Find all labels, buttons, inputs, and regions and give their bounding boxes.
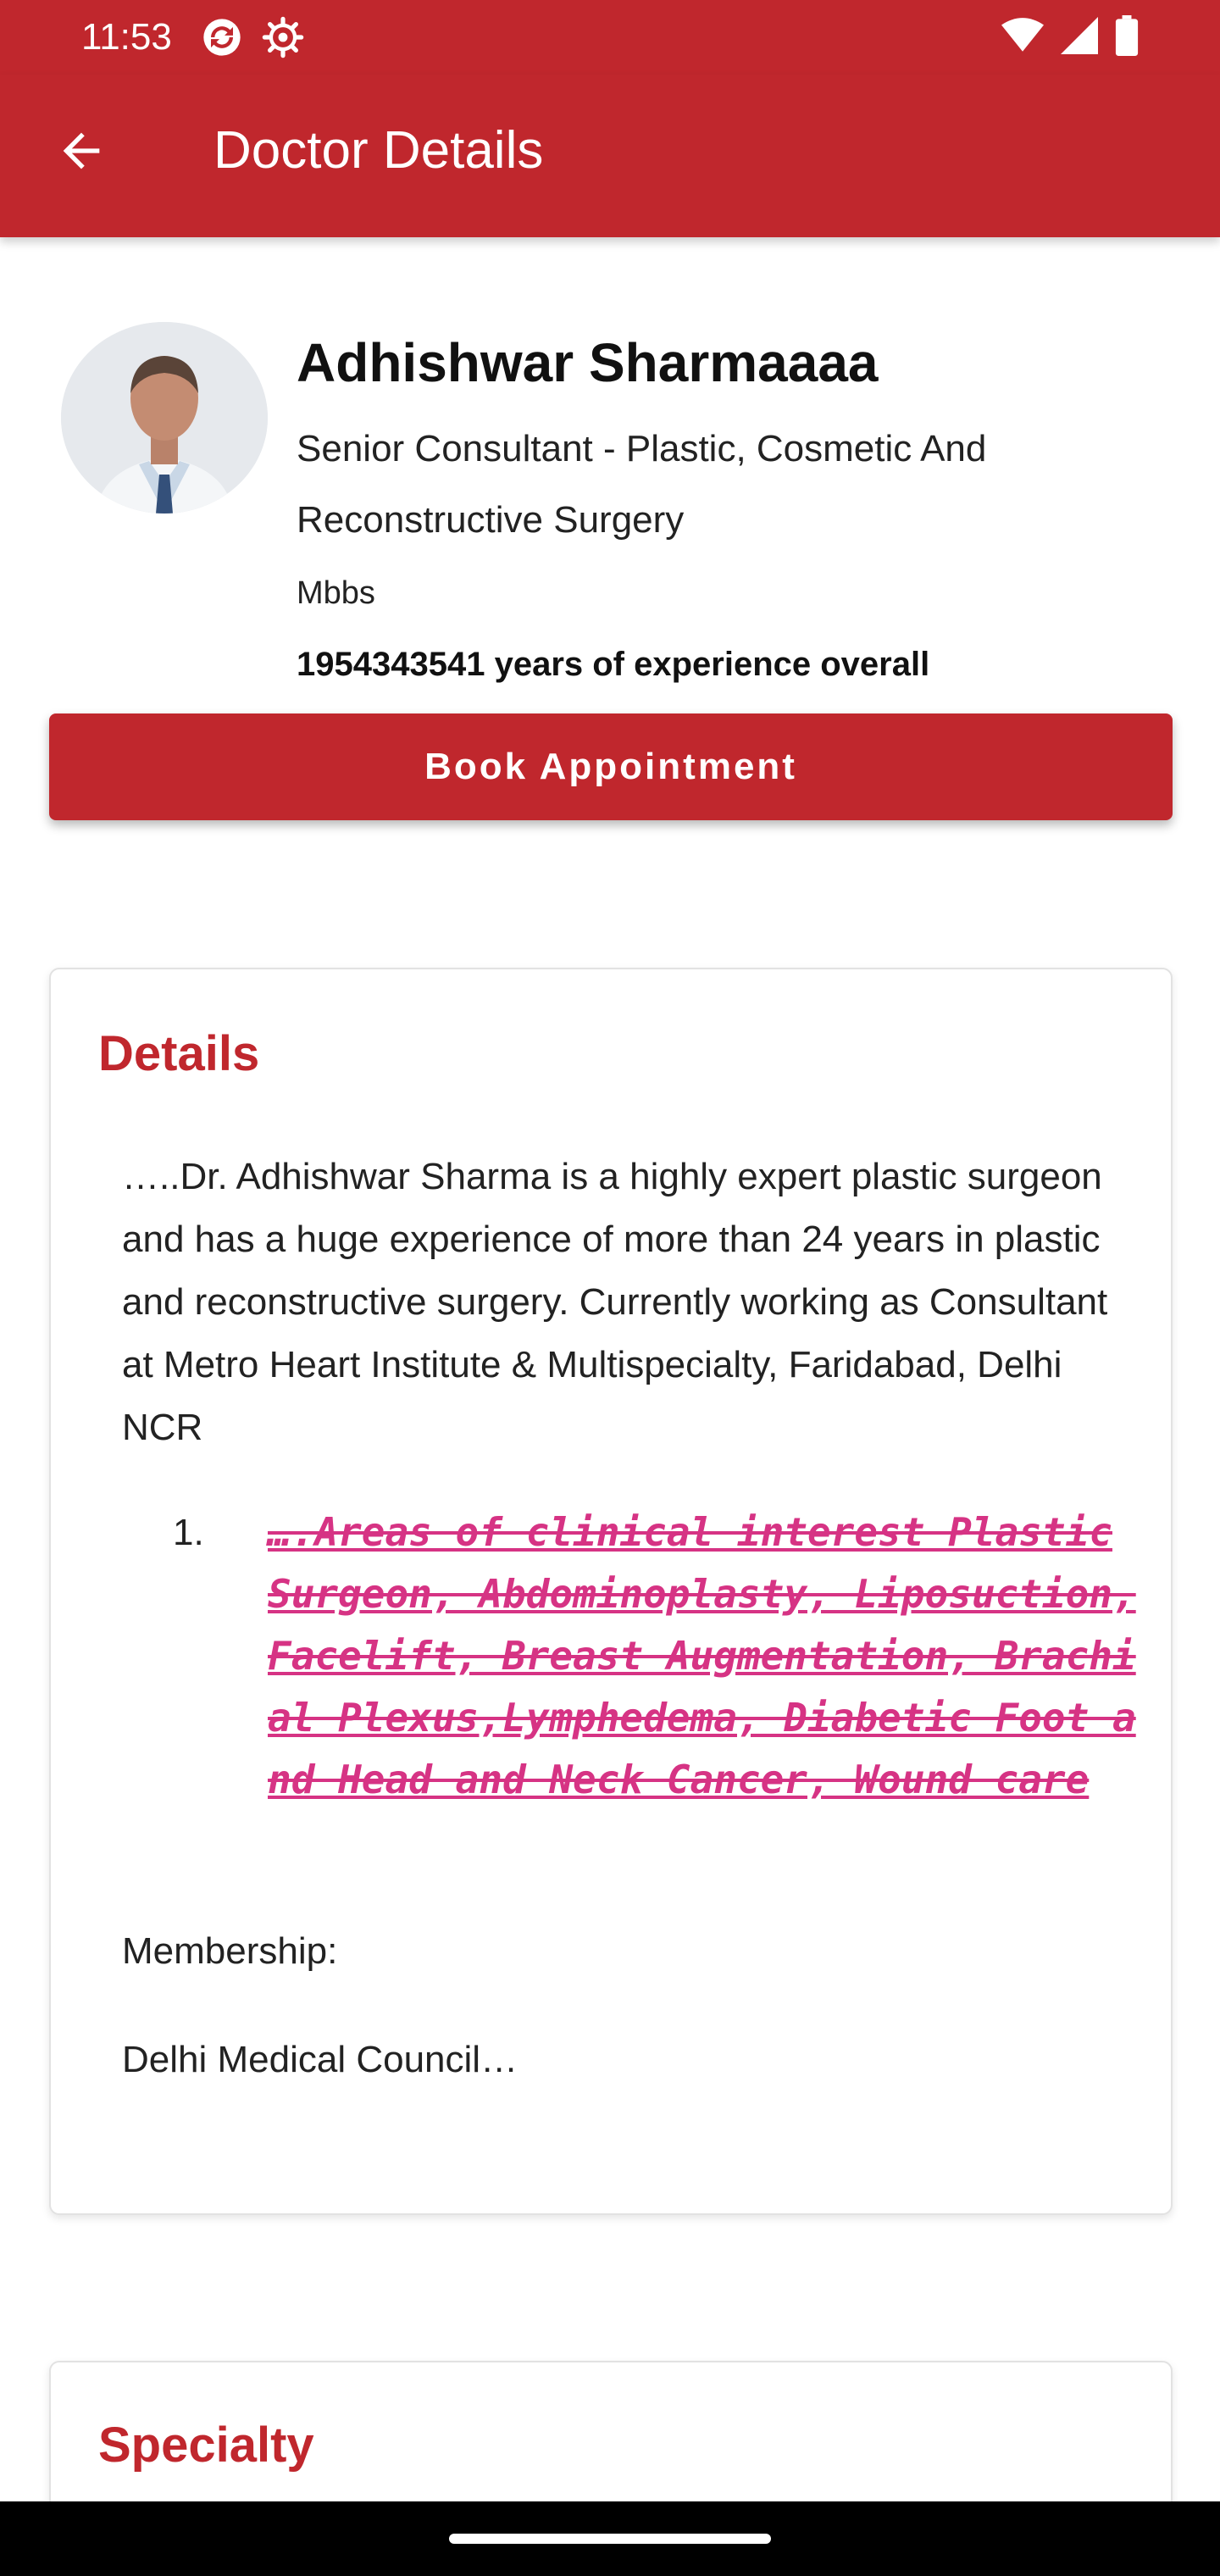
doctor-degree: Mbbs [297, 575, 375, 611]
gear-icon [262, 16, 304, 58]
app-bar: Doctor Details [0, 75, 1220, 237]
details-paragraph: …..Dr. Adhishwar Sharma is a highly expe… [122, 1156, 1108, 1448]
book-appointment-button[interactable]: Book Appointment [49, 713, 1173, 820]
wifi-icon [1001, 18, 1044, 52]
home-gesture-handle[interactable] [449, 2534, 771, 2544]
page-title: Doctor Details [214, 121, 544, 180]
doctor-avatar [61, 322, 268, 514]
details-heading: Details [98, 1026, 260, 1081]
membership-label: Membership: [122, 1930, 338, 1972]
membership-value: Delhi Medical Council… [122, 2039, 518, 2080]
back-button[interactable] [41, 110, 122, 192]
battery-icon [1115, 15, 1139, 56]
specialty-heading: Specialty [98, 2418, 314, 2473]
clinical-interest-text: ….Areas of clinical interest Plastic Sur… [268, 1509, 1136, 1802]
status-time: 11:53 [81, 16, 172, 58]
sync-icon [203, 19, 241, 56]
status-bar: 11:53 [0, 0, 1220, 75]
arrow-left-icon [63, 132, 100, 169]
doctor-name: Adhishwar Sharmaaaa [297, 332, 879, 393]
signal-icon [1061, 17, 1098, 54]
navigation-bar [0, 2501, 1220, 2576]
details-card: Details …..Dr. Adhishwar Sharma is a hig… [49, 968, 1173, 2215]
doctor-designation: Senior Consultant - Plastic, Cosmetic An… [297, 428, 987, 541]
status-left-icons [200, 15, 305, 59]
list-number: 1. [173, 1512, 204, 1553]
doctor-experience: 1954343541 years of experience overall [297, 646, 930, 683]
status-right-icons [1001, 15, 1139, 56]
